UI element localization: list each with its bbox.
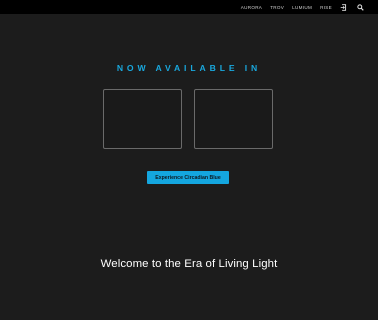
page: AURORA TROV LUMIUM RISE NOW AVAILABLE IN… [0, 0, 378, 320]
nav-link-trov[interactable]: TROV [270, 5, 284, 10]
nav-link-rise[interactable]: RISE [320, 5, 332, 10]
search-icon[interactable] [356, 3, 364, 11]
availability-box-right[interactable] [194, 89, 273, 149]
nav-link-lumium[interactable]: LUMIUM [292, 5, 312, 10]
experience-circadian-blue-button[interactable]: Experience Circadian Blue [147, 171, 229, 184]
top-navigation-bar: AURORA TROV LUMIUM RISE [0, 0, 378, 14]
nav-link-aurora[interactable]: AURORA [241, 5, 262, 10]
welcome-heading: Welcome to the Era of Living Light [100, 258, 278, 270]
nav-icons [339, 0, 364, 14]
availability-box-left[interactable] [103, 89, 182, 149]
login-icon[interactable] [339, 3, 347, 11]
nav-links: AURORA TROV LUMIUM RISE [241, 0, 332, 14]
now-available-heading: NOW AVAILABLE IN [116, 63, 262, 73]
